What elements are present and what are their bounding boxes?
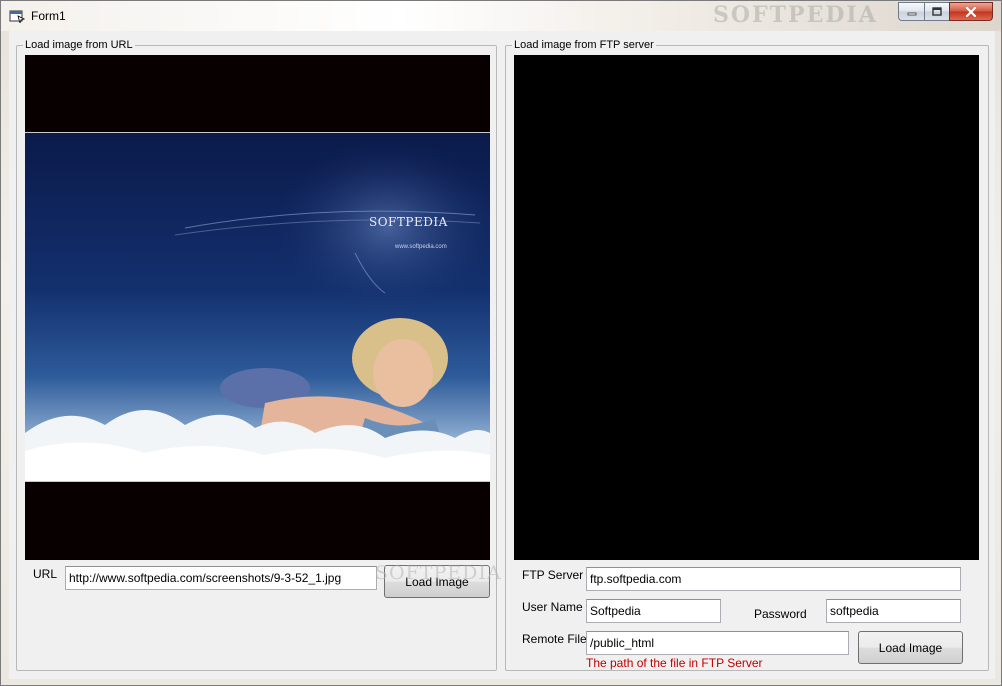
close-icon — [965, 6, 977, 17]
user-name-label: User Name — [522, 600, 583, 614]
url-input[interactable] — [65, 566, 377, 590]
remote-file-hint: The path of the file in FTP Server — [586, 656, 763, 670]
maximize-icon — [932, 6, 942, 16]
ftp-group: Load image from FTP server FTP Server Us… — [505, 39, 989, 671]
maximize-button[interactable] — [924, 2, 949, 21]
window-title: Form1 — [31, 9, 66, 23]
form-client-area: Load image from URL SOFTPEDIA www.softpe… — [9, 31, 995, 679]
password-input[interactable] — [826, 599, 961, 623]
title-watermark: SOFTPEDIA — [713, 2, 878, 28]
minimize-icon — [907, 12, 916, 15]
ftp-load-image-button[interactable]: Load Image — [858, 631, 963, 664]
ftp-group-label: Load image from FTP server — [512, 39, 656, 52]
ftp-image-box — [514, 55, 979, 560]
image-watermark: SOFTPEDIA — [369, 215, 448, 229]
image-website-text: www.softpedia.com — [395, 244, 447, 250]
ftp-server-label: FTP Server — [522, 568, 584, 582]
close-button[interactable] — [949, 2, 993, 21]
remote-file-label: Remote File — [522, 632, 587, 646]
wallpaper-graphic — [25, 133, 490, 481]
url-label: URL — [33, 567, 58, 581]
url-image-box: SOFTPEDIA www.softpedia.com — [25, 55, 490, 560]
mid-watermark: SOFTPEDIA — [375, 562, 502, 584]
app-window: Form1 SOFTPEDIA Load image from URL SOFT… — [0, 0, 1002, 686]
loaded-image: SOFTPEDIA www.softpedia.com — [25, 132, 490, 482]
ftp-server-input[interactable] — [586, 567, 961, 591]
app-window-icon — [9, 10, 25, 23]
remote-file-input[interactable] — [586, 631, 849, 655]
title-bar[interactable]: Form1 SOFTPEDIA — [1, 1, 1001, 31]
window-controls — [898, 2, 993, 21]
password-label: Password — [754, 607, 807, 621]
user-name-input[interactable] — [586, 599, 721, 623]
url-group-label: Load image from URL — [23, 39, 135, 52]
minimize-button[interactable] — [898, 2, 924, 21]
